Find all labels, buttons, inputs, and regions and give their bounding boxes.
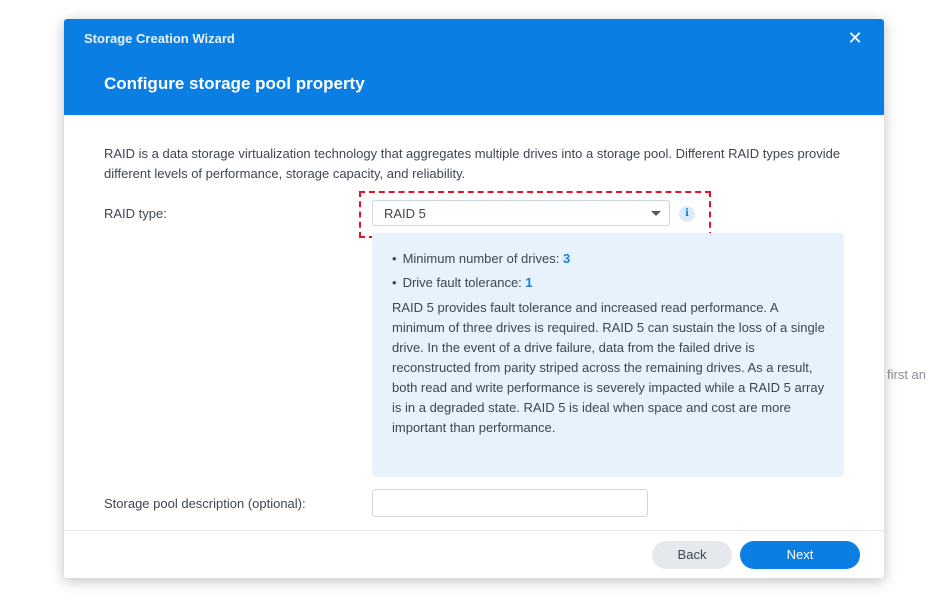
bullet-icon: •	[392, 251, 397, 266]
raid-type-select[interactable]: RAID 5	[372, 200, 670, 226]
bullet-icon: •	[392, 275, 397, 290]
fault-tolerance-label: Drive fault tolerance:	[402, 275, 522, 290]
fault-tolerance-value: 1	[525, 275, 533, 290]
step-title: Configure storage pool property	[104, 74, 365, 93]
chevron-down-icon	[651, 211, 661, 216]
raid-type-label: RAID type:	[104, 206, 167, 221]
next-button[interactable]: Next	[740, 541, 860, 569]
back-button[interactable]: Back	[652, 541, 732, 569]
close-icon[interactable]: ✕	[846, 29, 864, 47]
raid-intro-text: RAID is a data storage virtualization te…	[104, 146, 841, 181]
raid-type-selected-value: RAID 5	[384, 206, 426, 221]
min-drives-value: 3	[562, 251, 571, 266]
pool-description-input[interactable]	[372, 489, 648, 517]
storage-creation-wizard-dialog: Storage Creation Wizard ✕ Configure stor…	[64, 19, 884, 578]
min-drives-row: • Minimum number of drives: 3	[392, 251, 570, 266]
min-drives-label: Minimum number of drives:	[402, 251, 560, 266]
info-icon[interactable]: i	[679, 206, 695, 222]
raid-description: RAID 5 provides fault tolerance and incr…	[392, 300, 825, 435]
footer-divider	[64, 530, 884, 531]
pool-description-label: Storage pool description (optional):	[104, 496, 306, 511]
background-partial-text: first an	[887, 367, 927, 382]
window-title: Storage Creation Wizard	[84, 31, 235, 46]
fault-tolerance-row: • Drive fault tolerance: 1	[392, 275, 533, 290]
dialog-header: Storage Creation Wizard ✕ Configure stor…	[64, 19, 884, 115]
raid-info-panel: • Minimum number of drives: 3 • Drive faul…	[372, 233, 844, 477]
